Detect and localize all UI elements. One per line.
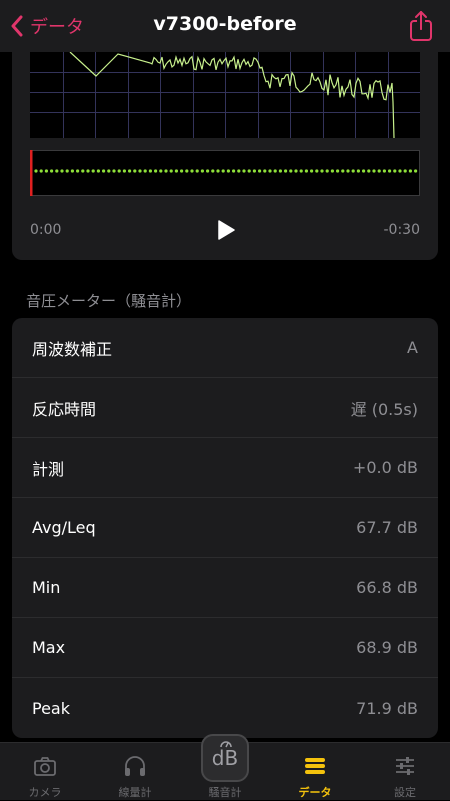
row-value: 遅 (0.5s) [350,399,418,419]
tab-label: カメラ [28,786,62,799]
db-button-label: dB [211,746,239,770]
row-label: 周波数補正 [32,339,113,359]
row-label: Max [32,638,66,657]
tab-label: 線量計 [118,786,152,799]
row-value: 71.9 dB [356,698,418,718]
row-label: 反応時間 [32,399,97,419]
row-value: 66.8 dB [356,578,418,597]
list-item[interactable]: 計測 +0.0 dB [12,438,438,498]
spectrum-graph [30,52,420,138]
list-item: Max 68.9 dB [12,618,438,678]
page-title: v7300-before [153,13,297,35]
list-item[interactable]: 反応時間 遅 (0.5s) [12,378,438,438]
list-item: Min 66.8 dB [12,558,438,618]
camera-icon [34,757,56,776]
measurement-list: 周波数補正 A 反応時間 遅 (0.5s) 計測 +0.0 dB Avg/Leq… [12,318,438,738]
tab-settings[interactable]: 設定 [360,743,450,801]
row-value: A [407,338,418,357]
share-icon [410,11,432,41]
tab-label: 騒音計 [208,786,242,799]
data-icon [305,758,325,774]
tab-dosimeter[interactable]: 線量計 [90,743,180,801]
playhead[interactable] [30,150,33,196]
sliders-icon [396,757,414,775]
tab-data[interactable]: データ [270,743,360,801]
tab-camera[interactable]: カメラ [0,743,90,801]
row-value: +0.0 dB [352,458,418,477]
navigation-bar: データ v7300-before [0,0,450,52]
row-value: 67.7 dB [356,518,418,537]
row-label: Peak [32,698,70,718]
time-remaining: -0:30 [383,222,421,238]
db-meter-icon [220,741,232,748]
playback-timeline[interactable] [30,150,420,196]
tab-label: データ [298,786,332,799]
play-button[interactable] [216,220,236,240]
row-label: Min [32,578,61,597]
tab-label: 設定 [394,786,416,799]
headphones-icon [125,756,145,776]
play-icon [218,220,235,240]
list-item: Avg/Leq 67.7 dB [12,498,438,558]
time-elapsed: 0:00 [30,222,62,238]
row-label: Avg/Leq [32,518,96,537]
row-label: 計測 [32,459,65,479]
db-meter-button[interactable]: dB [201,734,249,782]
share-button[interactable] [408,10,434,42]
section-title: 音圧メーター（騒音計） [26,292,192,310]
row-value: 68.9 dB [356,638,418,657]
list-item[interactable]: 周波数補正 A [12,318,438,378]
list-item: Peak 71.9 dB [12,678,438,738]
